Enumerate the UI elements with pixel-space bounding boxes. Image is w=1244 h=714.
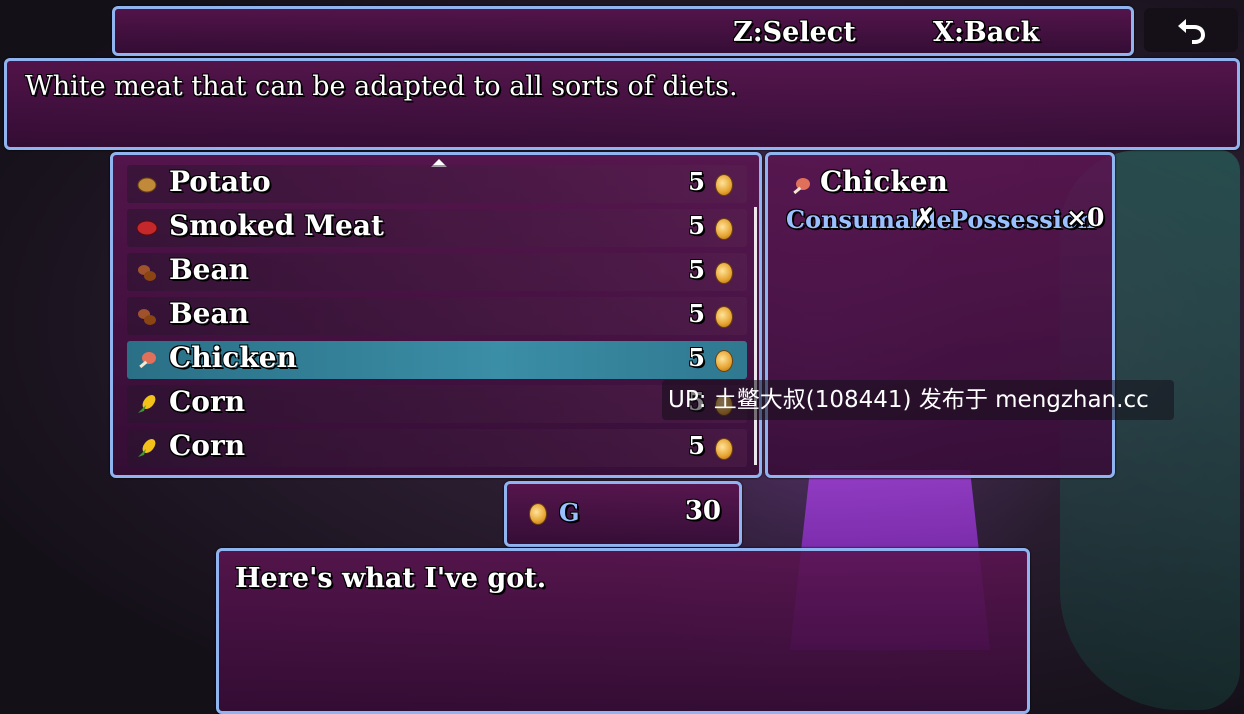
item-name: Potato xyxy=(169,165,271,198)
item-name: Chicken xyxy=(169,341,297,374)
item-price: 5 xyxy=(688,431,705,460)
item-name: Bean xyxy=(169,297,249,330)
coin-icon xyxy=(715,174,733,196)
item-name: Corn xyxy=(169,385,246,418)
watermark-overlay: UP: 土鳖大叔(108441) 发布于 mengzhan.cc xyxy=(662,380,1174,420)
list-scrollbar[interactable] xyxy=(754,207,757,465)
gold-unit: G xyxy=(559,498,580,527)
item-status-window: Chicken Consumable ✗ Possession ×0 xyxy=(765,152,1115,478)
chicken-icon xyxy=(135,349,159,373)
item-name: Corn xyxy=(169,429,246,462)
coin-icon xyxy=(715,262,733,284)
coin-icon xyxy=(715,306,733,328)
list-item[interactable]: Smoked Meat 5 xyxy=(127,209,747,247)
list-item[interactable]: Corn 5 xyxy=(127,385,747,423)
item-price: 5 xyxy=(688,211,705,240)
selected-item-name: Chicken xyxy=(820,165,948,198)
item-name: Bean xyxy=(169,253,249,286)
meat-icon xyxy=(135,217,159,241)
possession-value: ×0 xyxy=(1066,203,1105,232)
bean-icon xyxy=(135,305,159,329)
coin-icon xyxy=(715,218,733,240)
item-price: 5 xyxy=(688,167,705,196)
list-item[interactable]: Potato 5 xyxy=(127,165,747,203)
corn-icon xyxy=(135,393,159,417)
potato-icon xyxy=(135,173,159,197)
list-item[interactable]: Bean 5 xyxy=(127,253,747,291)
gold-amount: 30 xyxy=(684,496,721,526)
consumable-value: ✗ xyxy=(914,203,935,232)
item-description-window: White meat that can be adapted to all so… xyxy=(4,58,1240,150)
chicken-icon xyxy=(790,175,812,202)
item-description: White meat that can be adapted to all so… xyxy=(25,71,738,102)
message-text: Here's what I've got. xyxy=(235,563,547,594)
list-item-selected[interactable]: Chicken 5 xyxy=(127,341,747,379)
coin-icon xyxy=(715,350,733,372)
message-window[interactable]: Here's what I've got. xyxy=(216,548,1030,714)
back-button[interactable] xyxy=(1144,8,1238,52)
select-key-hint: Z:Select xyxy=(733,17,856,48)
corn-icon xyxy=(135,437,159,461)
list-item[interactable]: Bean 5 xyxy=(127,297,747,335)
key-help-window: Z:Select X:Back xyxy=(112,6,1134,56)
list-item[interactable]: Corn 5 xyxy=(127,429,747,467)
undo-arrow-icon xyxy=(1178,19,1205,44)
item-price: 5 xyxy=(688,255,705,284)
item-price: 5 xyxy=(688,343,705,372)
shop-item-list: Potato 5 Smoked Meat 5 Bean 5 Bean 5 Chi… xyxy=(110,152,762,478)
coin-icon xyxy=(529,503,547,525)
bean-icon xyxy=(135,261,159,285)
back-key-hint: X:Back xyxy=(933,17,1040,48)
item-price: 5 xyxy=(688,299,705,328)
coin-icon xyxy=(715,438,733,460)
item-name: Smoked Meat xyxy=(169,209,384,242)
gold-window: G 30 xyxy=(504,481,742,547)
